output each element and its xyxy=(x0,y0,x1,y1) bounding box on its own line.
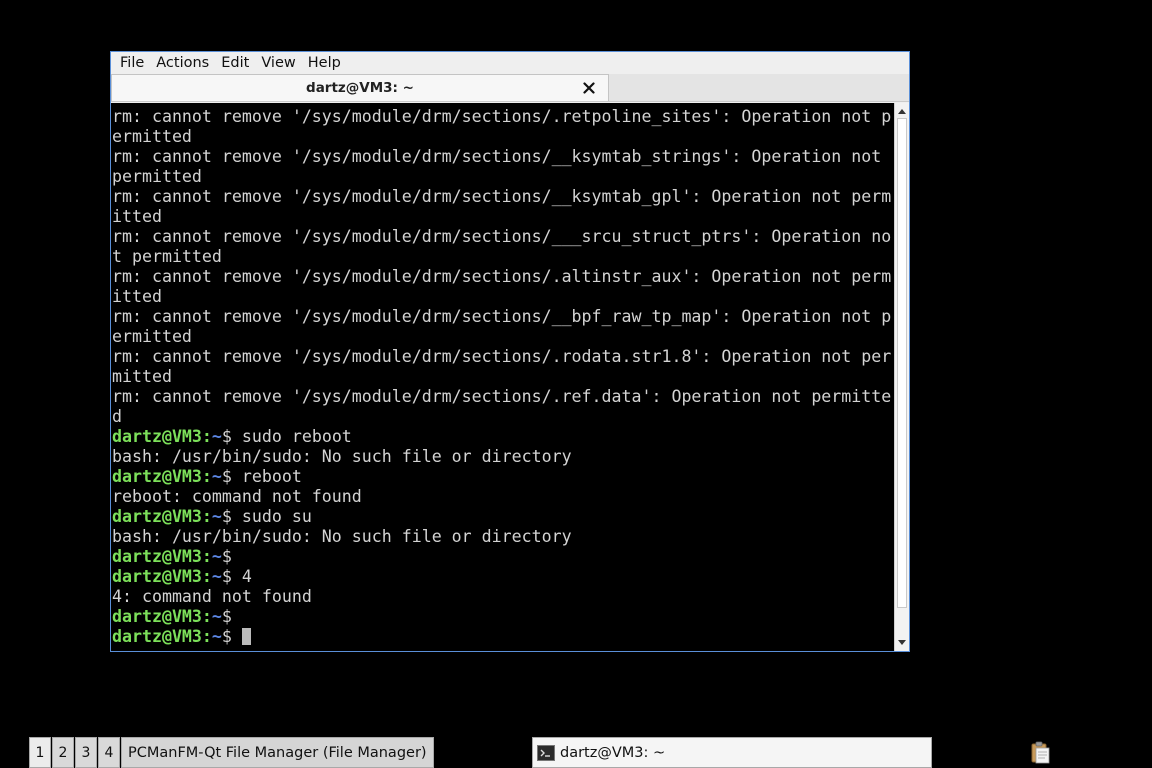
prompt-path: ~ xyxy=(211,467,222,486)
prompt-command: sudo reboot xyxy=(241,427,352,446)
prompt-command: 4 xyxy=(241,567,252,586)
prompt-user: dartz@VM3 xyxy=(112,607,202,626)
output-line: ermitted xyxy=(112,127,192,146)
desktop-button-1[interactable]: 1 xyxy=(29,737,51,768)
menu-view[interactable]: View xyxy=(255,52,301,74)
output-line: mitted xyxy=(112,367,172,386)
prompt-line: dartz@VM3:~$ reboot xyxy=(112,467,302,486)
prompt-user: dartz@VM3 xyxy=(112,547,202,566)
desktop-label-2: 2 xyxy=(58,744,68,761)
file-manager-label: PCManFM-Qt File Manager (File Manager) xyxy=(128,744,427,761)
taskbar-file-manager-button[interactable]: PCManFM-Qt File Manager (File Manager) xyxy=(121,737,434,768)
prompt-path: ~ xyxy=(211,627,222,646)
tab-terminal-session[interactable]: dartz@VM3: ~ xyxy=(111,74,609,101)
prompt-user: dartz@VM3 xyxy=(112,427,202,446)
prompt-user: dartz@VM3 xyxy=(112,467,202,486)
taskbar-terminal-button[interactable]: dartz@VM3: ~ xyxy=(532,737,932,768)
terminal-icon xyxy=(537,744,555,761)
output-line: rm: cannot remove '/sys/module/drm/secti… xyxy=(112,267,892,286)
prompt-path: ~ xyxy=(211,507,222,526)
desktop-label-4: 4 xyxy=(104,744,114,761)
prompt-user: dartz@VM3 xyxy=(112,567,202,586)
prompt-line: dartz@VM3:~$ xyxy=(112,627,894,647)
output-line: reboot: command not found xyxy=(112,487,362,506)
prompt-line: dartz@VM3:~$ sudo reboot xyxy=(112,427,352,446)
menu-bar: File Actions Edit View Help xyxy=(111,52,909,74)
output-line: bash: /usr/bin/sudo: No such file or dir… xyxy=(112,447,572,466)
output-line: d xyxy=(112,407,122,426)
menu-actions[interactable]: Actions xyxy=(150,52,215,74)
output-line: rm: cannot remove '/sys/module/drm/secti… xyxy=(112,107,892,126)
scrollbar-thumb[interactable] xyxy=(897,118,907,608)
prompt-user: dartz@VM3 xyxy=(112,627,202,646)
tab-title: dartz@VM3: ~ xyxy=(306,80,414,96)
tab-bar: dartz@VM3: ~ xyxy=(111,74,909,102)
output-line: itted xyxy=(112,207,162,226)
arrow-down-icon[interactable] xyxy=(895,636,909,650)
prompt-line: dartz@VM3:~$ xyxy=(112,547,242,566)
prompt-line: dartz@VM3:~$ 4 xyxy=(112,567,252,586)
prompt-path: ~ xyxy=(211,607,222,626)
desktop-button-4[interactable]: 4 xyxy=(98,737,120,768)
menu-file[interactable]: File xyxy=(114,52,150,74)
text-cursor xyxy=(241,628,251,645)
output-line: bash: /usr/bin/sudo: No such file or dir… xyxy=(112,527,572,546)
output-line: t permitted xyxy=(112,247,222,266)
output-line: ermitted xyxy=(112,327,192,346)
desktop-label-1: 1 xyxy=(35,744,45,761)
output-line: rm: cannot remove '/sys/module/drm/secti… xyxy=(112,347,892,366)
menu-edit[interactable]: Edit xyxy=(215,52,255,74)
prompt-path: ~ xyxy=(211,427,222,446)
output-line: rm: cannot remove '/sys/module/drm/secti… xyxy=(112,187,892,206)
menu-help[interactable]: Help xyxy=(302,52,347,74)
output-line: rm: cannot remove '/sys/module/drm/secti… xyxy=(112,227,892,246)
output-line: rm: cannot remove '/sys/module/drm/secti… xyxy=(112,387,892,406)
output-line: rm: cannot remove '/sys/module/drm/secti… xyxy=(112,307,892,326)
vertical-scrollbar[interactable] xyxy=(894,103,909,651)
terminal-output[interactable]: rm: cannot remove '/sys/module/drm/secti… xyxy=(111,103,894,651)
desktop-label-3: 3 xyxy=(81,744,91,761)
terminal-window: File Actions Edit View Help dartz@VM3: ~… xyxy=(110,51,910,652)
terminal-task-label: dartz@VM3: ~ xyxy=(560,744,666,761)
taskbar-left: 1 2 3 4 PCManFM-Qt File Manager (File Ma… xyxy=(29,737,434,768)
clipboard-icon[interactable] xyxy=(1029,740,1051,764)
arrow-up-icon[interactable] xyxy=(895,104,909,118)
prompt-path: ~ xyxy=(211,547,222,566)
prompt-line: dartz@VM3:~$ sudo su xyxy=(112,507,312,526)
prompt-user: dartz@VM3 xyxy=(112,507,202,526)
prompt-command: reboot xyxy=(241,467,302,486)
output-line: permitted xyxy=(112,167,202,186)
prompt-line: dartz@VM3:~$ xyxy=(112,607,242,626)
close-icon[interactable] xyxy=(580,79,598,97)
desktop-button-3[interactable]: 3 xyxy=(75,737,97,768)
prompt-command: sudo su xyxy=(241,507,312,526)
output-line: itted xyxy=(112,287,162,306)
desktop-button-2[interactable]: 2 xyxy=(52,737,74,768)
prompt-path: ~ xyxy=(211,567,222,586)
output-line: rm: cannot remove '/sys/module/drm/secti… xyxy=(112,147,892,166)
output-line: 4: command not found xyxy=(112,587,312,606)
terminal-text: rm: cannot remove '/sys/module/drm/secti… xyxy=(111,103,894,647)
